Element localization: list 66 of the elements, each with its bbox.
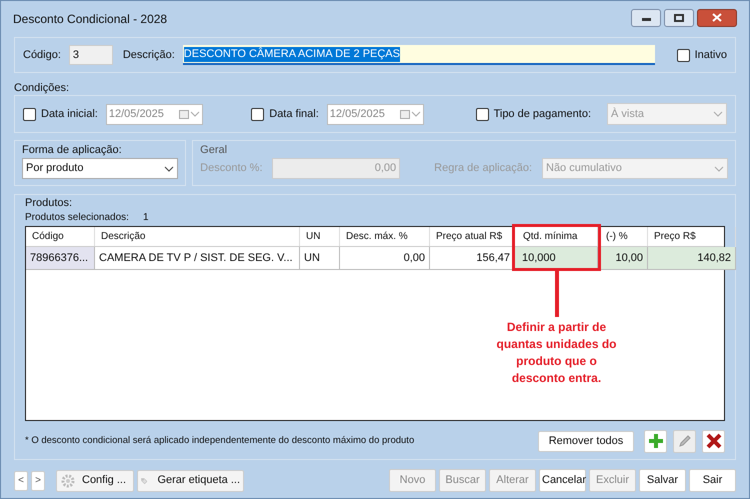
table-cell: 0,00 [340, 247, 430, 270]
checkbox[interactable] [23, 108, 36, 120]
caret-icon [714, 166, 724, 172]
maximize-button[interactable] [664, 8, 694, 26]
inativo-label: Inativo [694, 48, 727, 63]
remove-all-button[interactable]: Remover todos [538, 430, 634, 452]
plus-icon [648, 433, 664, 449]
window-title: Desconto Condicional - 2028 [13, 11, 168, 28]
column-header[interactable]: Descrição [95, 227, 300, 246]
condition-label: Data inicial: [41, 106, 98, 122]
date-field[interactable]: 12/05/2025 [326, 104, 424, 124]
produtos-label: Produtos: [25, 196, 74, 210]
calendar-icon [178, 109, 189, 119]
minimize-button[interactable] [631, 8, 661, 26]
action-button[interactable]: Sair [689, 469, 736, 492]
forma-select[interactable]: Por produto [22, 158, 178, 179]
table-cell: 10,00 [598, 247, 648, 270]
pencil-icon [678, 434, 692, 448]
nav-button[interactable]: < [14, 470, 28, 490]
table-cell: CAMERA DE TV P / SIST. DE SEG. V... [95, 247, 300, 270]
date-field[interactable]: 12/05/2025 [106, 104, 203, 124]
delete-icon [706, 433, 722, 449]
forma-label: Forma de aplicação: [22, 143, 123, 158]
condition-label: Tipo de pagamento: [494, 106, 591, 122]
geral-label: Geral [200, 143, 228, 158]
selected-count: 1 [142, 211, 149, 225]
table-cell: 10,000 [515, 247, 598, 270]
close-button[interactable] [697, 8, 737, 26]
action-button[interactable]: Cancelar [539, 469, 586, 492]
column-header[interactable]: (-) % [598, 227, 648, 246]
table-cell: 78966376... [26, 247, 95, 270]
codigo-field[interactable]: 3 [68, 45, 113, 65]
gear-icon [60, 472, 76, 488]
condicoes-label: Condições: [14, 81, 70, 95]
column-header[interactable]: Preço atual R$ [430, 227, 515, 246]
desconto-label: Desconto %: [200, 161, 262, 176]
action-button[interactable]: Salvar [639, 469, 686, 492]
regra-label: Regra de aplicação: [434, 161, 532, 176]
checkbox[interactable] [676, 48, 690, 62]
descricao-label: Descrição: [122, 48, 175, 63]
table-cell: UN [300, 247, 340, 270]
table-cell: 140,82 [648, 247, 736, 270]
caret-icon [164, 166, 174, 172]
close-icon [712, 13, 722, 22]
footnote: * O desconto condicional será aplicado independentemente do desconto máximo do produto [25, 434, 416, 448]
caret-icon [410, 111, 421, 117]
column-header[interactable]: Desc. máx. % [340, 227, 430, 246]
column-header[interactable]: UN [300, 227, 340, 246]
label-button[interactable]: Gerar etiqueta ... [137, 470, 244, 492]
nav-button[interactable]: > [31, 470, 45, 490]
checkbox[interactable] [251, 108, 264, 120]
selected-count-label: Produtos selecionados: [25, 211, 129, 225]
column-header[interactable]: Código [26, 227, 95, 246]
caret-icon [190, 111, 200, 117]
caret-icon [713, 111, 723, 117]
config-button[interactable]: Config ... [56, 470, 134, 492]
column-header[interactable]: Preço R$ [648, 227, 736, 246]
column-header[interactable]: Qtd. mínima [515, 227, 598, 246]
calendar-icon [400, 109, 410, 119]
descricao-field[interactable]: DESCONTO CÂMERA ACIMA DE 2 PEÇAS [182, 45, 655, 65]
annotation-text: Definir a partir de quantas unidades do produto que o desconto entra. [495, 319, 618, 387]
codigo-label: Código: [23, 48, 61, 63]
condition-label: Data final: [269, 106, 319, 122]
delete-button[interactable] [702, 430, 725, 452]
checkbox[interactable] [476, 108, 489, 120]
add-button[interactable] [644, 430, 667, 452]
